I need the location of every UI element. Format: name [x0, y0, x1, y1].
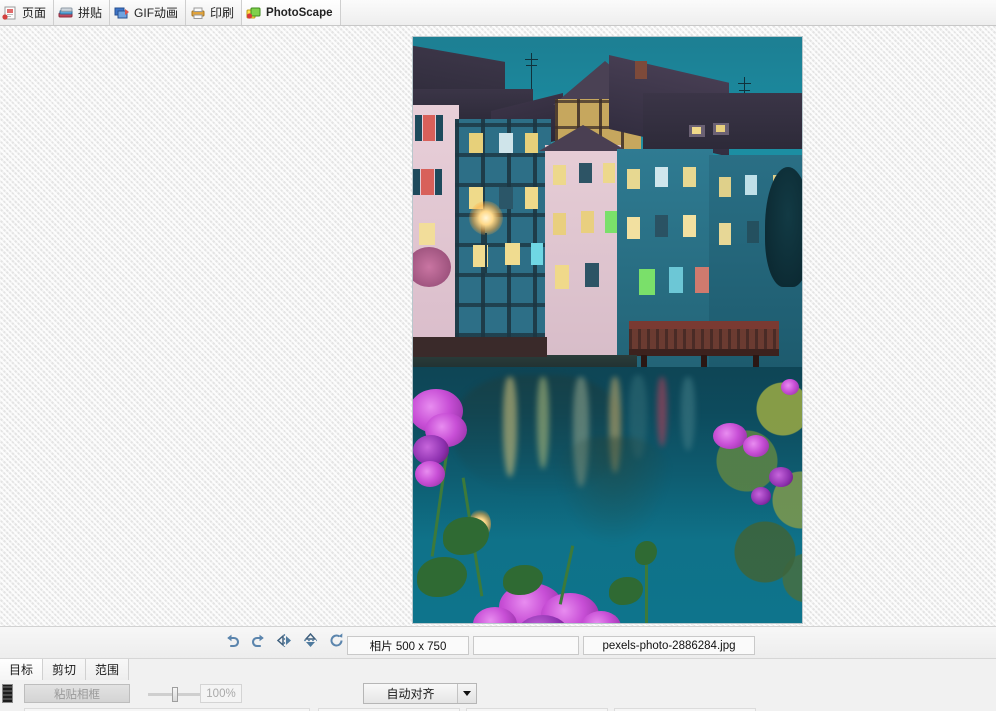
tab-print[interactable]: 印刷	[186, 0, 243, 25]
tab-photoscape[interactable]: PhotoScape	[242, 0, 341, 25]
print-icon	[190, 6, 206, 20]
photoscape-icon	[246, 6, 262, 20]
photo-size-field: 相片 500 x 750	[347, 636, 469, 655]
tab-gif-animation[interactable]: GIF动画	[110, 0, 187, 25]
opacity-value: 100%	[200, 684, 242, 703]
bottom-subtabs: 目标 剪切 范围	[0, 659, 130, 680]
tabbar-filler	[340, 0, 996, 25]
subtab-target[interactable]: 目标	[0, 659, 44, 680]
tab-collage[interactable]: 拼贴	[54, 0, 111, 25]
subtab-crop[interactable]: 剪切	[43, 659, 87, 680]
tab-collage-label: 拼贴	[78, 6, 103, 20]
undo-icon[interactable]	[224, 632, 241, 649]
gif-icon	[114, 6, 130, 20]
subtab-range[interactable]: 范围	[86, 659, 130, 680]
align-select-value: 自动对齐	[386, 687, 435, 701]
photo-image	[413, 37, 802, 623]
photoscape-window: 页面 拼贴 GIF动画 印刷 PhotoScape 相片 500 x 750 p…	[0, 0, 996, 711]
status-mid-field	[473, 636, 579, 655]
image-tool-icons	[224, 632, 345, 649]
align-select[interactable]: 自动对齐	[363, 683, 477, 704]
tab-print-label: 印刷	[210, 6, 235, 20]
subtab-crop-label: 剪切	[52, 663, 77, 677]
paste-frame-button[interactable]: 粘贴相框	[24, 684, 130, 703]
page-icon	[2, 6, 18, 20]
tab-page[interactable]: 页面	[0, 0, 55, 25]
flip-horizontal-icon[interactable]	[276, 632, 293, 649]
tab-page-label: 页面	[22, 6, 47, 20]
redo-icon[interactable]	[250, 632, 267, 649]
opacity-slider-knob[interactable]	[172, 687, 178, 702]
photo-right-bush	[699, 357, 802, 617]
main-tabbar: 页面 拼贴 GIF动画 印刷 PhotoScape	[0, 0, 996, 26]
subtab-target-label: 目标	[9, 663, 34, 677]
bottom-panel: 目标 剪切 范围 粘贴相框 100% 自动对齐	[0, 658, 996, 711]
tab-photoscape-label: PhotoScape	[266, 6, 333, 19]
chevron-down-icon[interactable]	[457, 684, 476, 703]
tab-gif-animation-label: GIF动画	[134, 6, 179, 20]
rotate-icon[interactable]	[328, 632, 345, 649]
paste-frame-button-label: 粘贴相框	[54, 688, 100, 701]
photo-street-lamp	[469, 201, 503, 235]
photo-preview[interactable]	[412, 36, 803, 624]
editor-canvas[interactable]	[0, 26, 996, 626]
bottom-control-row: 粘贴相框 100% 自动对齐	[0, 681, 996, 711]
collage-icon	[58, 6, 74, 20]
color-swatch[interactable]	[2, 684, 13, 703]
filename-field[interactable]: pexels-photo-2886284.jpg	[583, 636, 755, 655]
subtab-range-label: 范围	[95, 663, 120, 677]
flip-vertical-icon[interactable]	[302, 632, 319, 649]
